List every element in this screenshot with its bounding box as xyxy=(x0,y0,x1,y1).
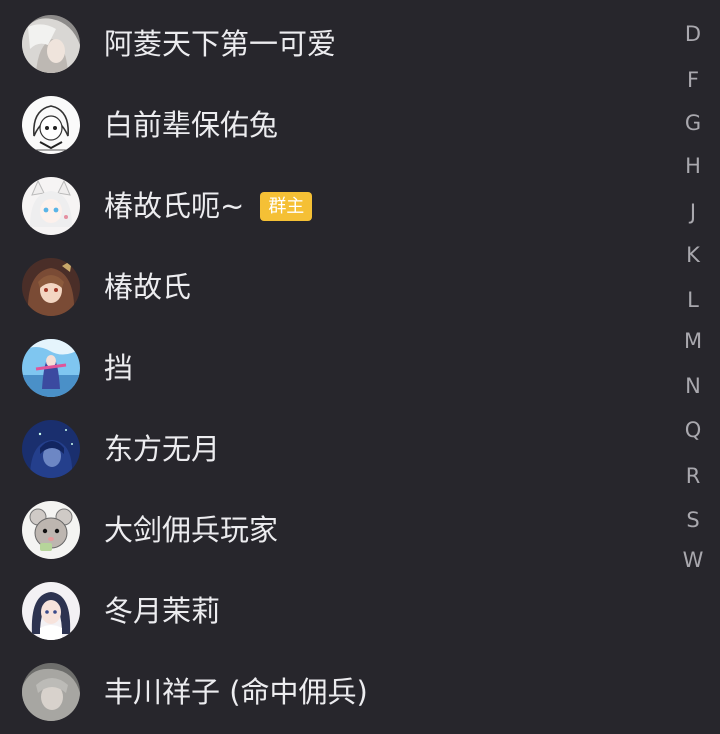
member-row[interactable]: 东方无月 xyxy=(0,409,660,489)
index-letter[interactable]: R xyxy=(666,464,720,488)
alphabet-index-bar[interactable]: D F G H J K L M N Q R S W xyxy=(666,0,720,734)
member-name-row: 阿菱天下第一可爱 xyxy=(104,26,336,62)
index-letter[interactable]: F xyxy=(666,68,720,92)
member-row[interactable]: 挡 xyxy=(0,328,660,408)
member-name-row: 冬月茉莉 xyxy=(104,593,220,629)
index-letter[interactable]: H xyxy=(666,154,720,178)
member-name: 白前辈保佑兔 xyxy=(104,108,279,142)
member-name: 东方无月 xyxy=(104,432,221,466)
member-name-row: 椿故氏 xyxy=(104,269,191,305)
blue-sky-girl-avatar-icon[interactable] xyxy=(22,339,80,397)
index-letter[interactable]: M xyxy=(666,329,720,353)
member-name-row: 挡 xyxy=(104,350,133,386)
white-cat-ear-girl-avatar-icon[interactable] xyxy=(22,177,80,235)
index-letter[interactable]: Q xyxy=(666,418,720,442)
member-row[interactable]: 阿菱天下第一可爱 xyxy=(0,4,660,84)
member-name-row: 白前辈保佑兔 xyxy=(104,107,278,143)
index-letter[interactable]: J xyxy=(666,200,720,224)
member-row[interactable]: 椿故氏 xyxy=(0,247,660,327)
index-letter[interactable]: L xyxy=(666,288,720,312)
grey-haired-anime-avatar-icon[interactable] xyxy=(22,15,80,73)
member-name-row: 丰川祥子 (命中佣兵) xyxy=(104,674,368,710)
member-name: 挡 xyxy=(104,351,134,385)
member-name: 椿故氏 xyxy=(104,270,192,304)
member-name-row: 大剑佣兵玩家 xyxy=(104,512,278,548)
member-name: 丰川祥子 (命中佣兵) xyxy=(104,675,368,709)
index-letter[interactable]: G xyxy=(666,111,720,135)
member-name: 大剑佣兵玩家 xyxy=(104,513,279,547)
member-name-row: 东方无月 xyxy=(104,431,220,467)
member-row[interactable]: 白前辈保佑兔 xyxy=(0,85,660,165)
member-row[interactable]: 冬月茉莉 xyxy=(0,571,660,651)
mouse-face-avatar-icon[interactable] xyxy=(22,501,80,559)
grey-haired-girl-avatar-icon[interactable] xyxy=(22,663,80,721)
member-row[interactable]: 椿故氏呃~ 群主 xyxy=(0,166,660,246)
index-letter[interactable]: W xyxy=(666,548,720,572)
member-name: 阿菱天下第一可爱 xyxy=(104,27,337,61)
brown-haired-girl-avatar-icon[interactable] xyxy=(22,258,80,316)
member-name-row: 椿故氏呃~ 群主 xyxy=(104,188,313,224)
index-letter[interactable]: S xyxy=(666,508,720,532)
sketch-anime-girl-avatar-icon[interactable] xyxy=(22,96,80,154)
group-owner-badge: 群主 xyxy=(260,191,313,221)
dark-haired-girl-avatar-icon[interactable] xyxy=(22,582,80,640)
index-letter[interactable]: K xyxy=(666,243,720,267)
index-letter[interactable]: D xyxy=(666,22,720,46)
member-name: 冬月茉莉 xyxy=(104,594,221,628)
member-row[interactable]: 丰川祥子 (命中佣兵) xyxy=(0,652,660,732)
index-letter[interactable]: N xyxy=(666,374,720,398)
member-row[interactable]: 大剑佣兵玩家 xyxy=(0,490,660,570)
member-name: 椿故氏呃~ xyxy=(104,189,245,223)
dark-blue-night-avatar-icon[interactable] xyxy=(22,420,80,478)
